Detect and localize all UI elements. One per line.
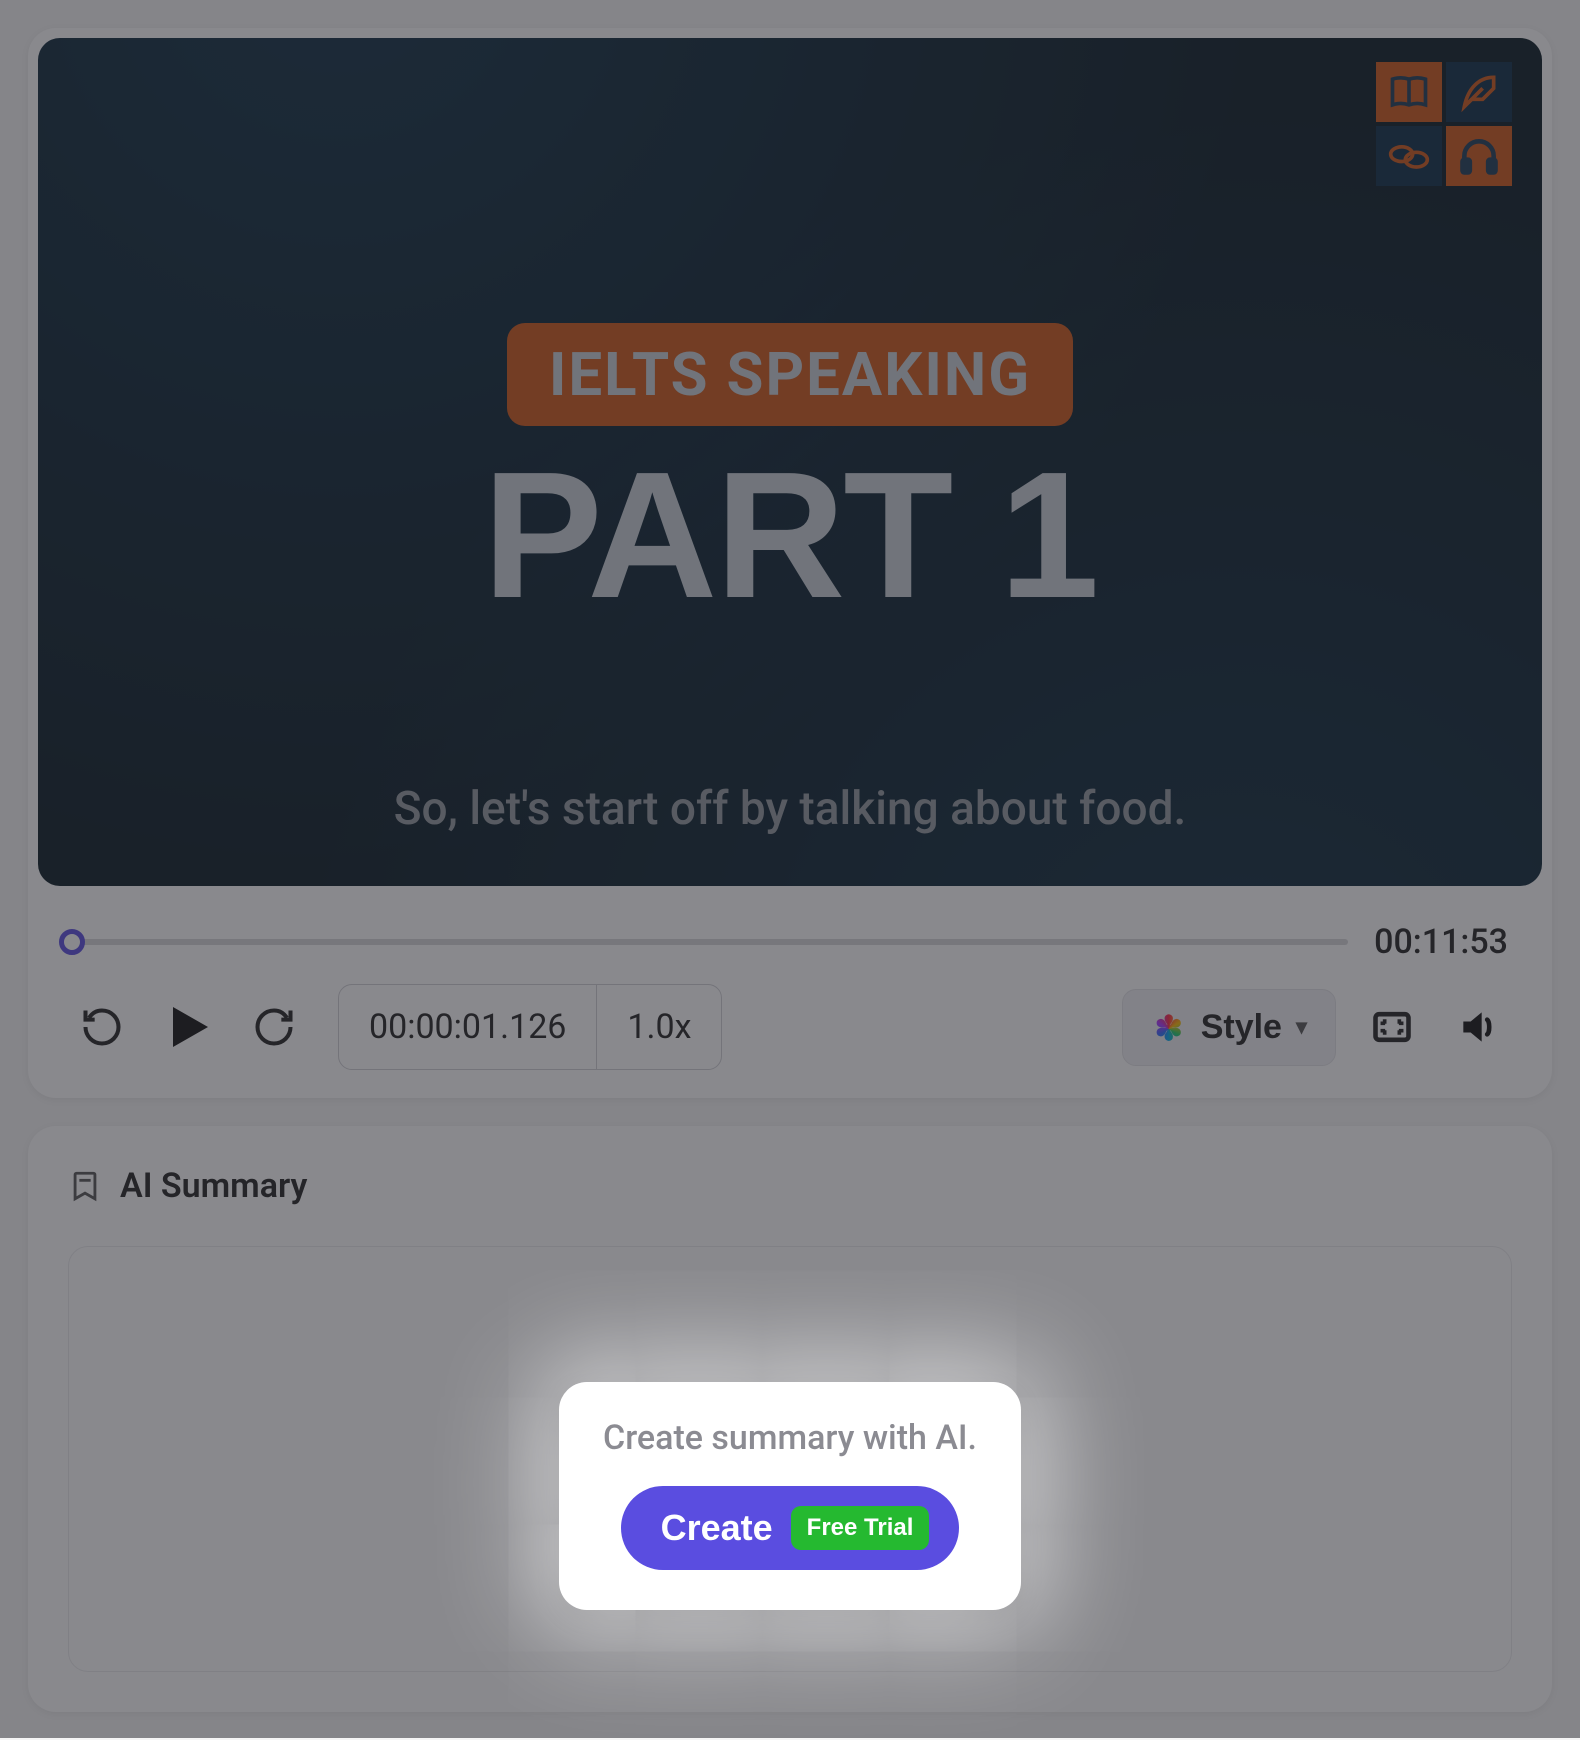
video-title: PART 1: [483, 446, 1098, 626]
ai-summary-heading: AI Summary: [120, 1166, 307, 1206]
rewind-icon: [80, 1005, 124, 1049]
progress-bar[interactable]: [72, 939, 1348, 945]
rewind-button[interactable]: [72, 997, 132, 1057]
volume-icon: [1456, 1005, 1500, 1049]
style-button[interactable]: Style ▾: [1122, 989, 1336, 1066]
forward-button[interactable]: [244, 997, 304, 1057]
time-speed-group: 00:00:01.126 1.0x: [338, 984, 722, 1070]
headphones-icon: [1446, 126, 1512, 186]
free-trial-badge: Free Trial: [791, 1506, 930, 1550]
chevron-down-icon: ▾: [1296, 1014, 1307, 1040]
create-summary-popover: Create summary with AI. Create Free Tria…: [559, 1382, 1021, 1610]
style-label: Style: [1201, 1008, 1282, 1047]
feather-icon: [1446, 62, 1512, 122]
video-caption: So, let's start off by talking about foo…: [38, 782, 1542, 836]
progress-thumb[interactable]: [59, 929, 85, 955]
book-icon: [1376, 62, 1442, 122]
play-icon: [158, 997, 218, 1057]
create-button-label: Create: [661, 1507, 773, 1549]
video-badge: IELTS SPEAKING: [507, 323, 1073, 426]
current-time[interactable]: 00:00:01.126: [339, 985, 596, 1069]
fullscreen-icon: [1370, 1005, 1414, 1049]
video-player-card: IELTS SPEAKING PART 1 So, let's start of…: [28, 28, 1552, 1098]
play-button[interactable]: [158, 997, 218, 1057]
playback-speed[interactable]: 1.0x: [596, 985, 721, 1069]
duration-label: 00:11:53: [1374, 922, 1508, 962]
popover-prompt: Create summary with AI.: [603, 1418, 977, 1458]
create-button[interactable]: Create Free Trial: [621, 1486, 960, 1570]
video-frame[interactable]: IELTS SPEAKING PART 1 So, let's start of…: [38, 38, 1542, 886]
bookmark-icon: [68, 1169, 102, 1203]
flower-icon: [1151, 1009, 1187, 1045]
speech-icon: [1376, 126, 1442, 186]
forward-icon: [252, 1005, 296, 1049]
fullscreen-button[interactable]: [1362, 997, 1422, 1057]
volume-button[interactable]: [1448, 997, 1508, 1057]
skill-grid: [1376, 62, 1512, 186]
